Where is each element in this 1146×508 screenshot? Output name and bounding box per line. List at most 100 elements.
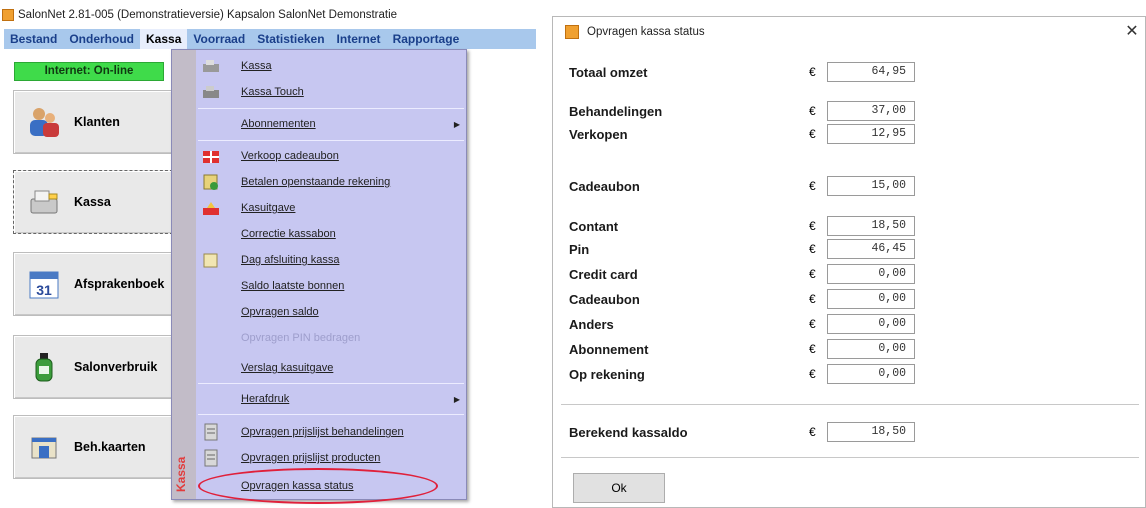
menu-item-herafdruk[interactable]: Herafdruk ▶ [196, 387, 466, 411]
menu-item-opvragen-pin: Opvragen PIN bedragen [196, 326, 466, 350]
afsprakenboek-label: Afsprakenboek [74, 277, 165, 291]
euro-sign: € [809, 367, 816, 381]
menubar: Bestand Onderhoud Kassa Voorraad Statist… [4, 29, 536, 49]
salonnet-app-icon [2, 9, 14, 21]
menu-label: Kassa Touch [241, 86, 304, 98]
menu-label: Herafdruk [241, 393, 290, 405]
row-totaal-omzet: Totaal omzet € 64,95 [569, 61, 939, 83]
behkaarten-label: Beh.kaarten [74, 440, 146, 454]
kassa-button[interactable]: Kassa [13, 170, 173, 234]
ok-button[interactable]: Ok [573, 473, 665, 503]
row-label: Berekend kassaldo [569, 424, 688, 440]
close-icon[interactable]: ✕ [1121, 21, 1143, 43]
kassa-status-dialog: Opvragen kassa status ✕ Totaal omzet € 6… [552, 16, 1146, 508]
menu-onderhoud[interactable]: Onderhoud [63, 29, 140, 49]
menu-separator [198, 414, 464, 415]
value-field: 64,95 [827, 62, 915, 82]
row-anders: Anders € 0,00 [569, 313, 939, 335]
menu-bestand[interactable]: Bestand [4, 29, 63, 49]
menu-label: Dag afsluiting kassa [241, 254, 340, 266]
menu-label: Verkoop cadeaubon [241, 150, 339, 162]
euro-sign: € [809, 317, 816, 331]
euro-sign: € [809, 342, 816, 356]
menu-item-dag-afsluiting[interactable]: Dag afsluiting kassa [196, 248, 466, 272]
menu-item-kasuitgave[interactable]: Kasuitgave [196, 196, 466, 220]
blank-icon [201, 277, 221, 295]
menu-label: Correctie kassabon [241, 228, 336, 240]
row-contant: Contant € 18,50 [569, 215, 939, 237]
value-field: 0,00 [827, 264, 915, 284]
svg-text:31: 31 [36, 282, 52, 298]
value-field: 0,00 [827, 314, 915, 334]
behkaarten-button[interactable]: Beh.kaarten [13, 415, 173, 479]
menu-separator [198, 383, 464, 384]
document-icon [201, 423, 221, 441]
menu-label: Opvragen prijslijst producten [241, 452, 381, 464]
euro-sign: € [809, 65, 816, 79]
menu-side-label: Kassa [174, 456, 188, 492]
euro-sign: € [809, 242, 816, 256]
menu-item-abonnementen[interactable]: Abonnementen ▶ [196, 112, 466, 136]
row-label: Contant [569, 218, 619, 234]
euro-sign: € [809, 425, 816, 439]
highlight-annotation-ellipse [198, 468, 438, 504]
card-file-icon [24, 427, 64, 467]
menu-item-betalen-openstaande[interactable]: Betalen openstaande rekening [196, 170, 466, 194]
row-op-rekening: Op rekening € 0,00 [569, 363, 939, 385]
kassa-label: Kassa [74, 195, 111, 209]
klanten-label: Klanten [74, 115, 120, 129]
afsprakenboek-button[interactable]: 31 Afsprakenboek [13, 252, 173, 316]
register-touch-icon [201, 83, 221, 101]
menu-item-verslag-kasuitgave[interactable]: Verslag kasuitgave [196, 356, 466, 380]
submenu-arrow-icon: ▶ [453, 119, 460, 129]
menu-item-prijslijst-behandelingen[interactable]: Opvragen prijslijst behandelingen [196, 420, 466, 444]
salonverbruik-button[interactable]: Salonverbruik [13, 335, 173, 399]
internet-status-badge: Internet: On-line [14, 62, 164, 81]
euro-sign: € [809, 104, 816, 118]
row-label: Credit card [569, 266, 638, 282]
dialog-titlebar: Opvragen kassa status [553, 17, 1145, 47]
menu-internet[interactable]: Internet [331, 29, 387, 49]
menu-side-strip [172, 50, 196, 499]
main-window: SalonNet 2.81-005 (Demonstratieversie) K… [0, 0, 540, 508]
people-icon [24, 102, 64, 142]
blank-icon [201, 303, 221, 321]
menu-label: Saldo laatste bonnen [241, 280, 345, 292]
document-icon [201, 449, 221, 467]
value-field: 18,50 [827, 216, 915, 236]
salonnet-app-icon [565, 25, 579, 39]
bottle-icon [24, 347, 64, 387]
menu-item-correctie-kassabon[interactable]: Correctie kassabon [196, 222, 466, 246]
menu-item-kassa-touch[interactable]: Kassa Touch [196, 80, 466, 104]
value-field: 12,95 [827, 124, 915, 144]
window-titlebar: SalonNet 2.81-005 (Demonstratieversie) K… [2, 3, 537, 27]
row-label: Abonnement [569, 341, 649, 357]
value-field: 37,00 [827, 101, 915, 121]
menu-kassa[interactable]: Kassa [140, 29, 188, 49]
euro-sign: € [809, 292, 816, 306]
row-credit-card: Credit card € 0,00 [569, 263, 939, 285]
blank-icon [201, 329, 221, 347]
value-field: 18,50 [827, 422, 915, 442]
menu-label: Kasuitgave [241, 202, 296, 214]
menu-item-saldo-laatste[interactable]: Saldo laatste bonnen [196, 274, 466, 298]
row-verkopen: Verkopen € 12,95 [569, 123, 939, 145]
menu-item-kassa[interactable]: Kassa [196, 54, 466, 78]
row-label: Anders [569, 316, 614, 332]
klanten-button[interactable]: Klanten [13, 90, 173, 154]
menu-separator [198, 108, 464, 109]
menu-voorraad[interactable]: Voorraad [187, 29, 251, 49]
divider [561, 457, 1139, 458]
calendar-icon: 31 [24, 264, 64, 304]
menu-statistieken[interactable]: Statistieken [251, 29, 330, 49]
menu-item-prijslijst-producten[interactable]: Opvragen prijslijst producten [196, 446, 466, 470]
menu-item-verkoop-cadeaubon[interactable]: Verkoop cadeaubon [196, 144, 466, 168]
menu-item-opvragen-saldo[interactable]: Opvragen saldo [196, 300, 466, 324]
menu-rapportage[interactable]: Rapportage [387, 29, 466, 49]
row-abonnement: Abonnement € 0,00 [569, 338, 939, 360]
row-cadeaubon: Cadeaubon € 15,00 [569, 175, 939, 197]
row-label: Pin [569, 241, 590, 257]
row-pin: Pin € 46,45 [569, 238, 939, 260]
salonverbruik-label: Salonverbruik [74, 360, 158, 374]
euro-sign: € [809, 127, 816, 141]
